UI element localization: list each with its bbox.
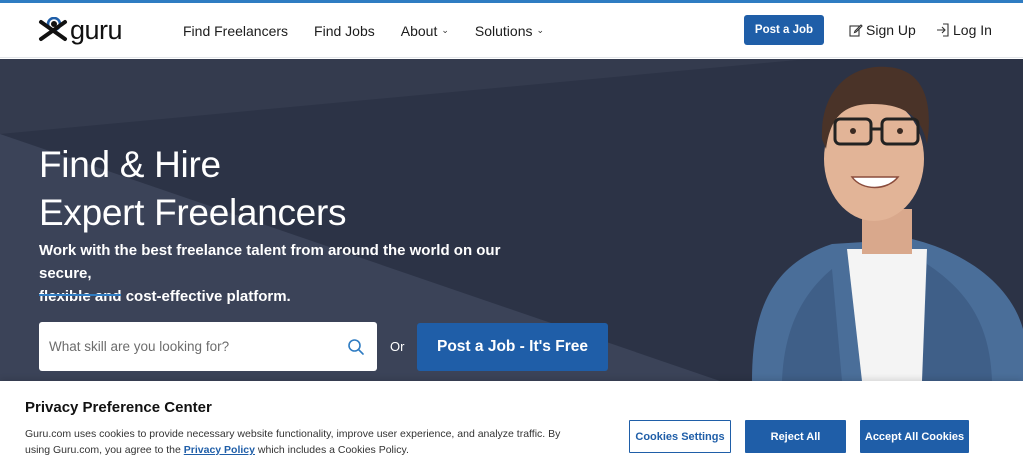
log-in-label: Log In — [953, 22, 992, 38]
nav-label: Find Jobs — [314, 22, 375, 39]
logo-text: guru — [70, 15, 123, 45]
login-icon — [937, 23, 949, 37]
skill-search-input[interactable] — [49, 339, 339, 354]
nav-solutions[interactable]: Solutions ⌄ — [475, 23, 544, 39]
privacy-text-part2: which includes a Cookies Policy. — [254, 444, 409, 456]
hero-title-line2: Expert Freelancers — [39, 192, 347, 233]
privacy-text: Guru.com uses cookies to provide necessa… — [25, 426, 585, 458]
hero-subtitle: Work with the best freelance talent from… — [39, 239, 539, 308]
chevron-down-icon: ⌄ — [441, 25, 449, 35]
sign-up-link[interactable]: Sign Up — [849, 22, 916, 38]
nav-about[interactable]: About ⌄ — [401, 23, 449, 39]
nav-label: About — [400, 22, 438, 39]
header-post-job-button[interactable]: Post a Job — [744, 15, 824, 45]
privacy-banner: Privacy Preference Center Guru.com uses … — [0, 381, 1023, 469]
hero-section: Find & Hire Expert Freelancers Work with… — [0, 59, 1023, 381]
nav-label: Find Freelancers — [183, 22, 289, 39]
guru-logo[interactable]: guru — [38, 15, 123, 45]
accept-all-cookies-button[interactable]: Accept All Cookies — [860, 420, 969, 453]
cookies-settings-button[interactable]: Cookies Settings — [629, 420, 731, 453]
reject-all-button[interactable]: Reject All — [745, 420, 846, 453]
nav-find-freelancers[interactable]: Find Freelancers — [183, 23, 288, 39]
site-header: guru Find Freelancers Find Jobs About ⌄ … — [0, 3, 1023, 58]
hero-subtitle-line1: Work with the best freelance talent from… — [39, 242, 501, 282]
hero-post-job-button[interactable]: Post a Job - It's Free — [417, 323, 608, 371]
sign-up-label: Sign Up — [866, 22, 916, 38]
main-nav: Find Freelancers Find Jobs About ⌄ Solut… — [183, 3, 570, 58]
chevron-down-icon: ⌄ — [536, 25, 545, 35]
privacy-title: Privacy Preference Center — [25, 399, 212, 416]
log-in-link[interactable]: Log In — [936, 22, 992, 38]
guru-logo-icon — [39, 17, 67, 41]
hero-person-image — [752, 66, 1023, 381]
nav-find-jobs[interactable]: Find Jobs — [314, 23, 375, 39]
or-label: Or — [390, 339, 405, 354]
hero-title: Find & Hire Expert Freelancers — [39, 141, 346, 237]
edit-icon — [849, 24, 863, 37]
hero-title-line1: Find & Hire — [39, 144, 221, 185]
skill-search-box[interactable] — [39, 322, 377, 371]
hero-divider — [39, 294, 121, 296]
hero-subtitle-line2: flexible and cost-effective platform. — [39, 288, 291, 305]
nav-label: Solutions — [474, 22, 533, 39]
search-icon[interactable] — [347, 338, 365, 356]
privacy-policy-link[interactable]: Privacy Policy — [184, 444, 255, 456]
